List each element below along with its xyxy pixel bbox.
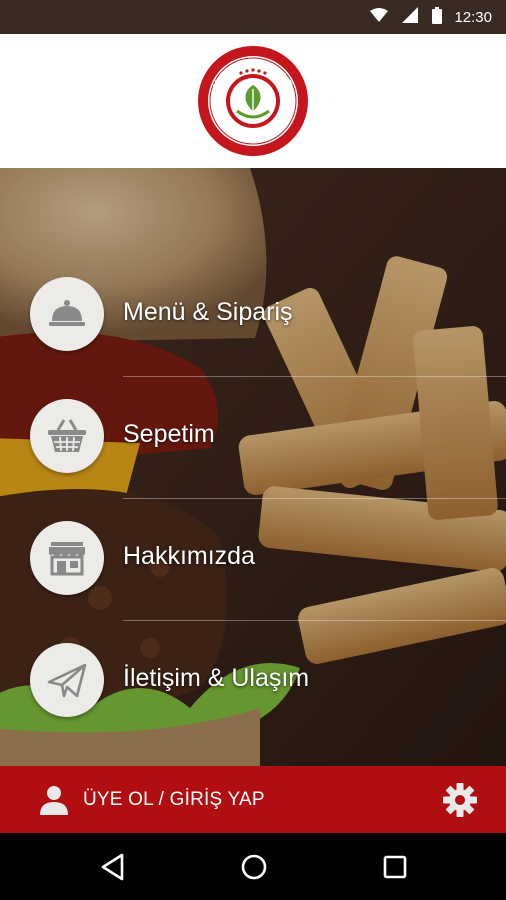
menu-item-icon-circle xyxy=(30,399,104,473)
menu-item-label: Menü & Sipariş xyxy=(123,298,293,326)
app-header: KOŞK KASAP BURGER & STEAK HOUSE xyxy=(0,34,506,168)
signal-icon xyxy=(402,7,419,27)
recents-icon[interactable] xyxy=(380,852,410,882)
menu-item-label: Sepetim xyxy=(123,420,215,448)
register-login-button[interactable]: ÜYE OL / GİRİŞ YAP xyxy=(0,766,265,833)
account-bar: ÜYE OL / GİRİŞ YAP xyxy=(0,766,506,833)
menu-item-contact[interactable]: İletişim & Ulaşım xyxy=(0,621,506,743)
menu-item-label: Hakkımızda xyxy=(123,542,255,570)
home-icon[interactable] xyxy=(239,852,269,882)
menu-item-icon-circle xyxy=(30,643,104,717)
menu-item-label: İletişim & Ulaşım xyxy=(123,664,310,692)
storefront-icon xyxy=(49,542,85,576)
status-bar: 12:30 xyxy=(0,0,506,34)
main-menu: Menü & Sipariş Sepetim Hakkımızda İletiş… xyxy=(0,168,506,766)
menu-item-icon-circle xyxy=(30,277,104,351)
cloche-icon xyxy=(49,300,85,326)
battery-icon xyxy=(432,6,443,28)
user-icon xyxy=(40,785,68,815)
brand-logo[interactable]: KOŞK KASAP BURGER & STEAK HOUSE xyxy=(197,45,309,157)
paper-plane-icon xyxy=(47,663,87,698)
status-time: 12:30 xyxy=(454,8,492,26)
menu-item-icon-circle xyxy=(30,521,104,595)
back-icon[interactable] xyxy=(98,852,128,882)
menu-item-cart[interactable]: Sepetim xyxy=(0,377,506,499)
system-navigation-bar xyxy=(0,833,506,900)
hero-area: Menü & Sipariş Sepetim Hakkımızda İletiş… xyxy=(0,168,506,766)
menu-item-about[interactable]: Hakkımızda xyxy=(0,499,506,621)
gear-icon[interactable] xyxy=(442,782,478,818)
basket-icon xyxy=(48,419,86,452)
register-login-label: ÜYE OL / GİRİŞ YAP xyxy=(83,788,265,810)
wifi-icon xyxy=(370,8,389,26)
menu-item-menu-order[interactable]: Menü & Sipariş xyxy=(0,255,506,377)
